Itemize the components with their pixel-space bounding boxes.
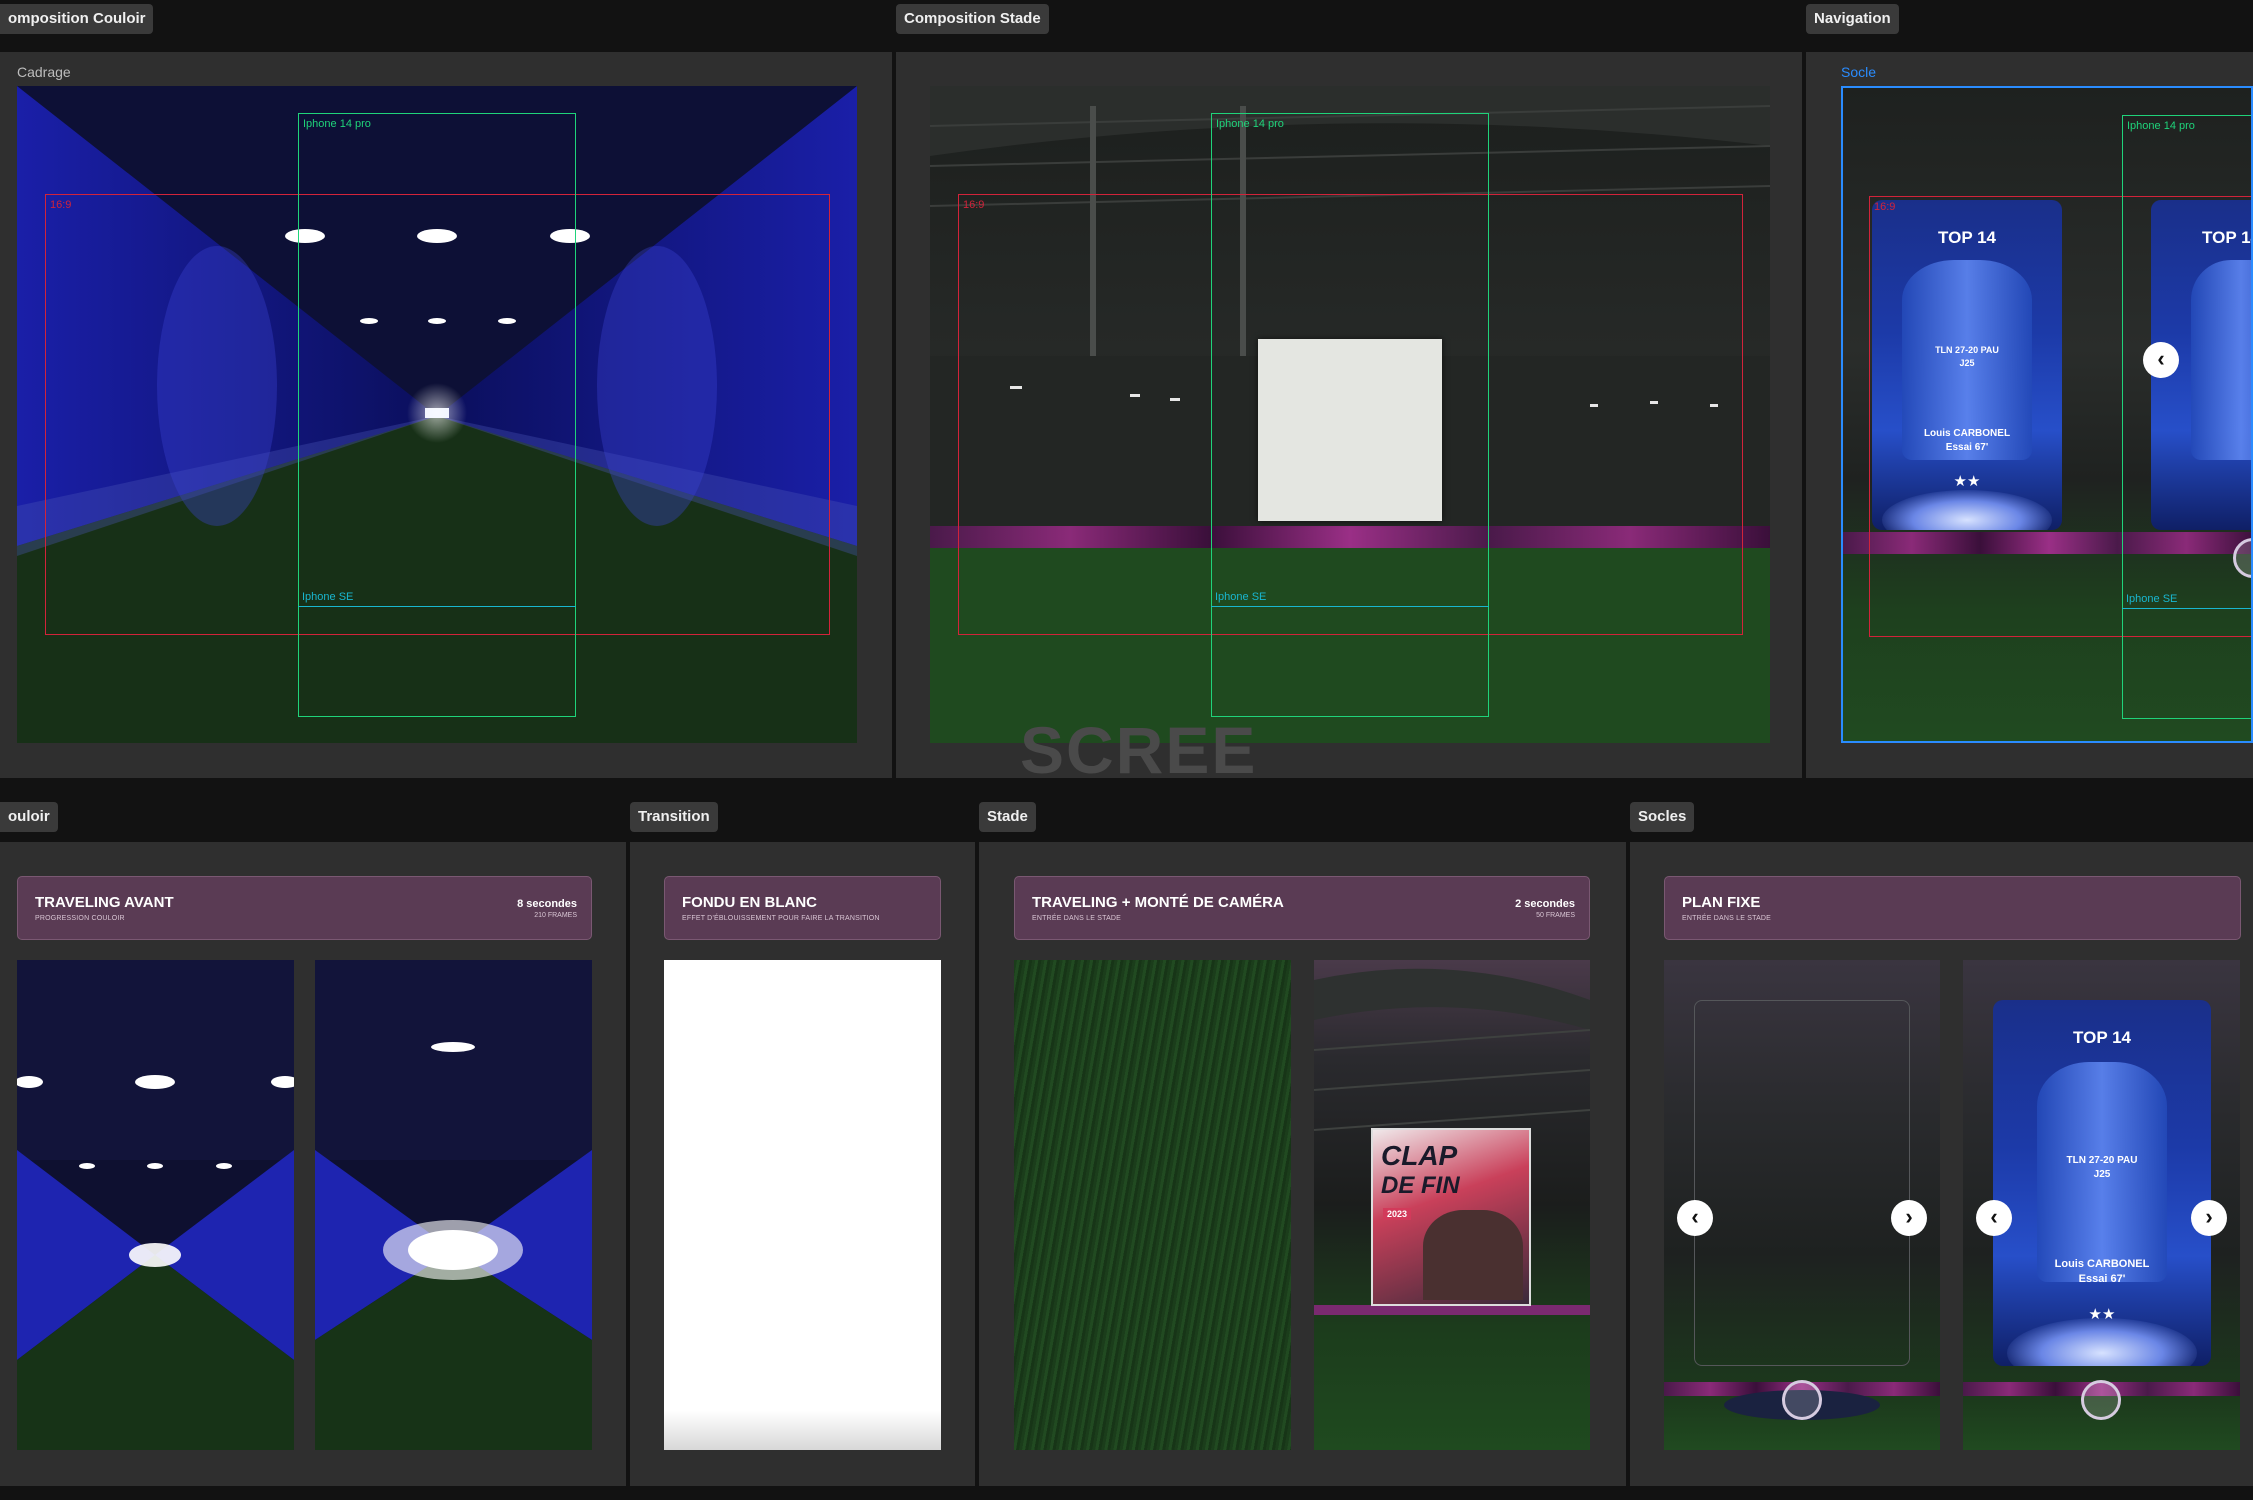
section-tag-couloir[interactable]: ouloir [0, 802, 58, 832]
thumb-white-fade[interactable] [664, 960, 941, 1450]
shot-subtitle: ENTRÉE DANS LE STADE [1032, 915, 1122, 922]
frame-couloir[interactable]: TRAVELING AVANT PROGRESSION COULOIR 8 se… [0, 842, 626, 1486]
guide-label-iphone-14: Iphone 14 pro [1216, 118, 1284, 130]
poster-line1: CLAP [1381, 1140, 1458, 1171]
shot-card-traveling-monte[interactable]: TRAVELING + MONTÉ DE CAMÉRA ENTRÉE DANS … [1014, 876, 1590, 940]
corridor-thumb-svg [315, 960, 592, 1450]
frame-transition[interactable]: FONDU EN BLANC EFFET D'ÉBLOUISSEMENT POU… [630, 842, 975, 1486]
trophy-round: J25 [2093, 1169, 2111, 1180]
shot-title: PLAN FIXE [1682, 894, 1761, 911]
guide-iphone-14-pro: Iphone 14 pro [1211, 113, 1489, 717]
frame-label-socle: Socle [1841, 64, 1877, 80]
selector-ring[interactable] [2081, 1380, 2121, 1420]
nav-prev-button[interactable]: ‹ [1976, 1200, 2012, 1236]
guide-label-16-9: 16:9 [50, 199, 72, 211]
nav-next-button[interactable]: › [2191, 1200, 2227, 1236]
shot-card-fondu-en-blanc[interactable]: FONDU EN BLANC EFFET D'ÉBLOUISSEMENT POU… [664, 876, 941, 940]
guide-iphone-se: Iphone SE [1211, 591, 1489, 608]
section-tag-navigation[interactable]: Navigation [1806, 4, 1899, 34]
shot-card-traveling-avant[interactable]: TRAVELING AVANT PROGRESSION COULOIR 8 se… [17, 876, 592, 940]
poster-players-image [1423, 1210, 1523, 1300]
frame-stade[interactable]: TRAVELING + MONTÉ DE CAMÉRA ENTRÉE DANS … [979, 842, 1626, 1486]
shot-subtitle: PROGRESSION COULOIR [35, 915, 125, 922]
thumb-corridor-1[interactable] [17, 960, 294, 1450]
guide-label-16-9: 16:9 [963, 199, 985, 211]
clap-de-fin-poster: CLAP DE FIN 2023 [1371, 1128, 1531, 1306]
section-tag-composition-stade[interactable]: Composition Stade [896, 4, 1049, 34]
frame-navigation[interactable]: Socle TOP 14 TLN 27-20 PAU J25 Louis CAR… [1806, 52, 2253, 778]
guide-iphone-se: Iphone SE [298, 591, 576, 608]
nav-next-button[interactable]: › [1891, 1200, 1927, 1236]
corridor-render: 16:9 Iphone 14 pro Iphone SE [17, 86, 857, 743]
guide-label-iphone-se: Iphone SE [302, 591, 354, 603]
trophy-action: Essai 67' [2078, 1273, 2126, 1285]
shot-frames: 210 FRAMES [534, 912, 577, 919]
guide-iphone-se: Iphone SE [2122, 593, 2251, 610]
thumb-grass[interactable] [1014, 960, 1291, 1450]
thumb-socle-trophy[interactable]: TOP 14 TLN 27-20 PAU J25 Louis CARBONEL … [1963, 960, 2240, 1450]
trophy-player: Louis CARBONEL [2054, 1258, 2150, 1270]
guide-iphone-14-pro: Iphone 14 pro [298, 113, 576, 717]
poster-year: 2023 [1383, 1208, 1412, 1220]
section-tag-composition-couloir[interactable]: omposition Couloir [0, 4, 154, 34]
guide-label-16-9: 16:9 [1874, 201, 1896, 213]
shot-duration: 8 secondes [517, 898, 577, 910]
trophy-card[interactable]: TOP 14 TLN 27-20 PAU J25 Louis CARBONEL … [1993, 1000, 2211, 1366]
shot-title: FONDU EN BLANC [682, 894, 817, 911]
trophy-match: TLN 27-20 PAU [2066, 1155, 2138, 1166]
frame-label-cadrage: Cadrage [17, 64, 71, 80]
shot-title: TRAVELING + MONTÉ DE CAMÉRA [1032, 894, 1284, 911]
frame-composition-stade[interactable]: 16:9 Iphone 14 pro Iphone SE SCREE [896, 52, 1802, 778]
watermark-text: SCREE [1020, 713, 1258, 778]
shot-frames: 50 FRAMES [1536, 912, 1575, 919]
frame-composition-couloir[interactable]: Cadrage 16:9 Iphone 14 pro Iphone SE [0, 52, 892, 778]
thumb-socle-empty[interactable]: ‹ › [1664, 960, 1940, 1450]
stadium-render: 16:9 Iphone 14 pro Iphone SE [930, 86, 1770, 743]
nav-prev-button[interactable]: ‹ [1677, 1200, 1713, 1236]
thumb-corridor-2[interactable] [315, 960, 592, 1450]
selector-ring[interactable] [1782, 1380, 1822, 1420]
section-tag-socles[interactable]: Socles [1630, 802, 1695, 832]
guide-label-iphone-se: Iphone SE [1215, 591, 1267, 603]
guide-label-iphone-14: Iphone 14 pro [2127, 120, 2195, 132]
poster-line2: DE FIN [1381, 1172, 1460, 1199]
trophy-glow [2007, 1318, 2197, 1366]
shot-duration: 2 secondes [1515, 898, 1575, 910]
guide-label-iphone-14: Iphone 14 pro [303, 118, 371, 130]
trophy-title: TOP 14 [2073, 1028, 2131, 1047]
corridor-thumb-svg [17, 960, 294, 1450]
guide-iphone-14-pro: Iphone 14 pro [2122, 115, 2251, 719]
navigation-render[interactable]: TOP 14 TLN 27-20 PAU J25 Louis CARBONEL … [1841, 86, 2253, 743]
empty-card-outline [1694, 1000, 1910, 1366]
shot-subtitle: EFFET D'ÉBLOUISSEMENT POUR FAIRE LA TRAN… [682, 915, 880, 922]
frame-socles[interactable]: PLAN FIXE ENTRÉE DANS LE STADE ‹ › TOP 1… [1630, 842, 2253, 1486]
guide-label-iphone-se: Iphone SE [2126, 593, 2178, 605]
section-tag-transition[interactable]: Transition [630, 802, 718, 832]
thumb-stadium-poster[interactable]: CLAP DE FIN 2023 [1314, 960, 1590, 1450]
section-tag-stade[interactable]: Stade [979, 802, 1036, 832]
shot-card-plan-fixe[interactable]: PLAN FIXE ENTRÉE DANS LE STADE [1664, 876, 2241, 940]
shot-subtitle: ENTRÉE DANS LE STADE [1682, 915, 1772, 922]
shot-title: TRAVELING AVANT [35, 894, 174, 911]
